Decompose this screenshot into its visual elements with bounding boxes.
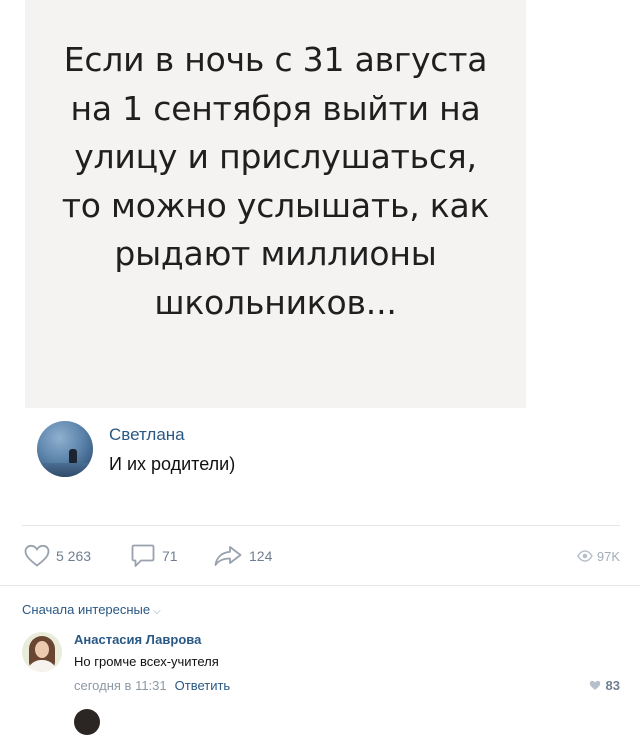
avatar[interactable] <box>22 632 62 672</box>
sort-label: Сначала интересные <box>22 602 151 617</box>
comment-button[interactable]: 71 <box>130 540 178 572</box>
comment-author[interactable]: Светлана <box>109 425 185 445</box>
divider <box>0 585 640 586</box>
image-line: улицу и прислушаться, <box>74 137 477 176</box>
next-comment-avatar[interactable] <box>74 709 100 735</box>
avatar-shore <box>37 463 93 477</box>
image-line: то можно услышать, как <box>61 185 490 225</box>
avatar-face <box>35 641 49 658</box>
comment-text: И их родители) <box>109 454 236 474</box>
image-line: рыдают миллионы <box>114 234 437 273</box>
avatar-figure <box>69 449 77 463</box>
comments-sort-dropdown[interactable]: Сначала интересные ⌵ <box>22 602 161 617</box>
views-count: 97K <box>596 548 620 564</box>
image-line: школьников... <box>154 282 397 322</box>
post-actions: 5 263 71 124 97K <box>0 540 640 572</box>
heart-icon <box>24 544 50 567</box>
share-button[interactable]: 124 <box>213 540 272 572</box>
comment-count: 71 <box>162 548 178 564</box>
comment-icon <box>131 544 155 567</box>
views-counter: 97K <box>577 540 620 572</box>
image-line: на 1 сентября выйти на <box>70 88 481 128</box>
comment-text: Но громче всех-учителя <box>74 654 219 669</box>
comment-timestamp[interactable]: сегодня в 11:31 <box>74 678 167 693</box>
like-count: 5 263 <box>56 548 92 564</box>
post-image[interactable]: Если в ночь с 31 августа на 1 сентября в… <box>25 0 526 408</box>
comment-author[interactable]: Анастасия Лаврова <box>74 632 201 647</box>
like-button[interactable]: 5 263 <box>24 540 91 572</box>
heart-icon <box>589 680 600 690</box>
eye-icon <box>577 550 593 562</box>
comment-meta: сегодня в 11:31 Ответить <box>74 678 230 693</box>
comment-like-button[interactable]: 83 <box>589 678 620 693</box>
share-icon <box>214 546 242 566</box>
image-line: Если в ночь с 31 августа <box>63 40 488 79</box>
chevron-down-icon: ⌵ <box>153 606 161 617</box>
comment-like-count: 83 <box>605 678 620 693</box>
post-image-text: Если в ночь с 31 августа на 1 сентября в… <box>25 36 526 327</box>
divider <box>22 525 620 526</box>
comment-item: Анастасия Лаврова Но громче всех-учителя… <box>22 632 620 702</box>
reply-button[interactable]: Ответить <box>175 678 231 693</box>
avatar[interactable] <box>37 421 93 477</box>
share-count: 124 <box>249 548 273 564</box>
